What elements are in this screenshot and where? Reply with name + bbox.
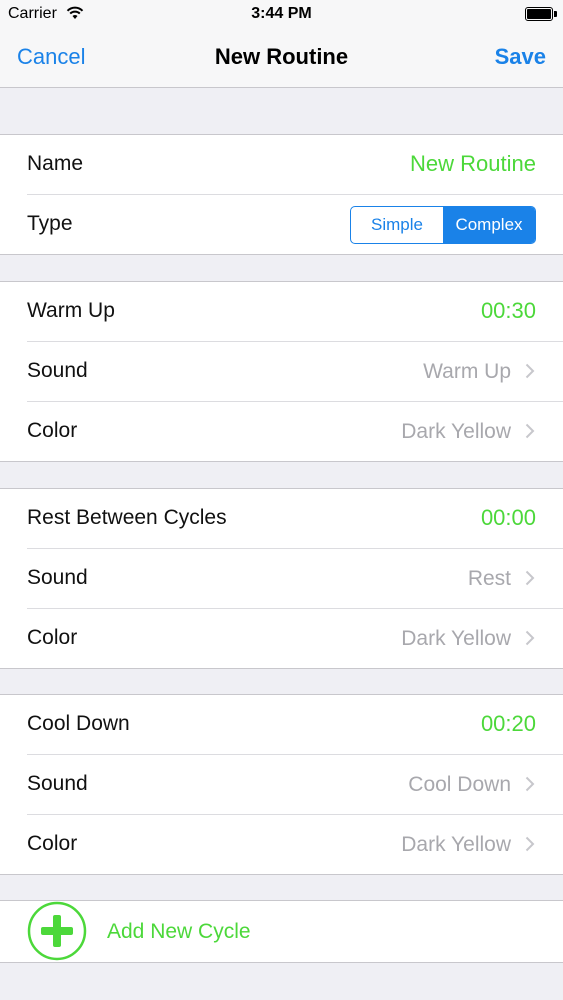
sound-value: Cool Down — [408, 773, 511, 796]
segment-complex[interactable]: Complex — [443, 207, 535, 243]
sound-value: Rest — [467, 567, 511, 590]
segment-simple[interactable]: Simple — [351, 207, 443, 243]
sound-label: Sound — [27, 359, 88, 382]
type-label: Type — [27, 212, 73, 235]
battery-icon — [525, 7, 557, 21]
add-new-cycle-label[interactable]: Add New Cycle — [107, 920, 251, 944]
cool-down-section: Cool Down 00:20 Sound Cool Down Color Da… — [0, 694, 563, 875]
plus-circle-icon[interactable] — [27, 901, 87, 961]
rest-label: Rest Between Cycles — [27, 506, 227, 529]
warm-up-section: Warm Up 00:30 Sound Warm Up Color Dark Y… — [0, 281, 563, 462]
type-row: Type Simple Complex — [27, 195, 563, 254]
color-value: Dark Yellow — [401, 420, 511, 443]
rest-section: Rest Between Cycles 00:00 Sound Rest Col… — [0, 488, 563, 669]
clock: 3:44 PM — [251, 5, 312, 22]
chevron-right-icon — [525, 630, 535, 646]
sound-value: Warm Up — [423, 360, 511, 383]
warm-up-time[interactable]: 00:30 — [481, 298, 536, 324]
rest-color-row[interactable]: Color Dark Yellow — [27, 609, 563, 668]
type-segmented-control[interactable]: Simple Complex — [350, 206, 536, 244]
color-value: Dark Yellow — [401, 833, 511, 856]
navigation-bar: Cancel New Routine Save — [0, 30, 563, 88]
warm-up-label: Warm Up — [27, 299, 115, 322]
cool-down-color-row[interactable]: Color Dark Yellow — [27, 815, 563, 874]
color-label: Color — [27, 832, 78, 855]
chevron-right-icon — [525, 776, 535, 792]
rest-sound-row[interactable]: Sound Rest — [27, 549, 563, 609]
cool-down-sound-row[interactable]: Sound Cool Down — [27, 755, 563, 815]
cool-down-time-row[interactable]: Cool Down 00:20 — [27, 695, 563, 755]
name-label: Name — [27, 152, 84, 175]
rest-time-row[interactable]: Rest Between Cycles 00:00 — [27, 489, 563, 549]
page-title: New Routine — [214, 44, 349, 69]
color-label: Color — [27, 419, 78, 442]
name-value[interactable]: New Routine — [410, 151, 536, 177]
cool-down-label: Cool Down — [27, 712, 130, 735]
status-bar: Carrier 3:44 PM — [0, 0, 563, 30]
color-value: Dark Yellow — [401, 627, 511, 650]
general-section: Name New Routine Type Simple Complex — [0, 134, 563, 255]
warm-up-color-row[interactable]: Color Dark Yellow — [27, 402, 563, 461]
chevron-right-icon — [525, 570, 535, 586]
cool-down-time[interactable]: 00:20 — [481, 711, 536, 737]
save-button[interactable]: Save — [495, 44, 546, 70]
name-row[interactable]: Name New Routine — [27, 135, 563, 195]
sound-label: Sound — [27, 566, 88, 589]
chevron-right-icon — [525, 363, 535, 379]
chevron-right-icon — [525, 836, 535, 852]
warm-up-time-row[interactable]: Warm Up 00:30 — [27, 282, 563, 342]
add-new-cycle-row[interactable]: Add New Cycle — [0, 900, 563, 963]
chevron-right-icon — [525, 423, 535, 439]
warm-up-sound-row[interactable]: Sound Warm Up — [27, 342, 563, 402]
sound-label: Sound — [27, 772, 88, 795]
color-label: Color — [27, 626, 78, 649]
rest-time[interactable]: 00:00 — [481, 505, 536, 531]
